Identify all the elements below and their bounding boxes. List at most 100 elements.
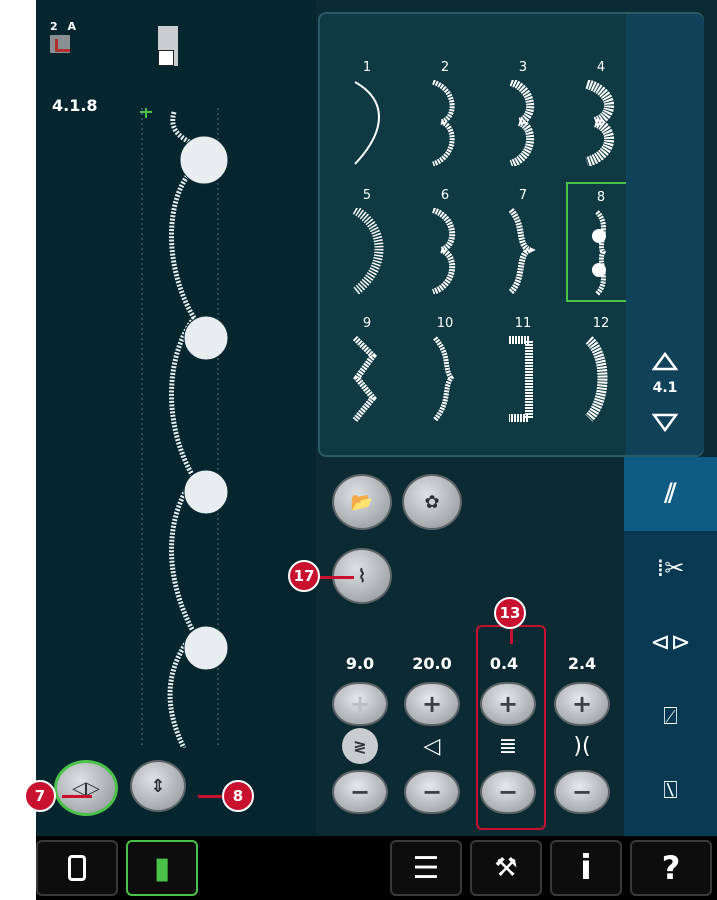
width-plus-button[interactable]: +: [332, 682, 388, 726]
position-minus-button[interactable]: −: [404, 770, 460, 814]
mirror-end-button[interactable]: ⇕: [130, 760, 186, 812]
stitch-number-label: 1: [362, 60, 372, 75]
plus-icon: +: [571, 690, 593, 718]
minus-icon: −: [571, 778, 593, 806]
stitch-number-label: 2: [440, 60, 450, 75]
stitch-11-icon: [509, 336, 533, 422]
mirror-side-button[interactable]: ◁▷: [54, 760, 118, 816]
tab-tie-off[interactable]: ⁞✂: [624, 531, 717, 605]
info-button[interactable]: i: [550, 840, 622, 896]
tab-stitch-program[interactable]: ⍁: [624, 679, 717, 753]
sewing-mode-icon: [68, 855, 86, 881]
width-minus-button[interactable]: −: [332, 770, 388, 814]
presser-foot-icon: [50, 35, 70, 53]
length-highlight-box: [476, 625, 546, 830]
info-icon: i: [580, 848, 592, 888]
stitch-cell-9[interactable]: 9: [332, 310, 402, 430]
stitch-cell-2[interactable]: 2: [410, 54, 480, 174]
stitch-settings-icon: ⫽: [664, 478, 677, 509]
stitch-preview-panel: 2 A 4.1.8 ◁▷ ⇕: [36, 0, 316, 835]
stitch-plate-icon[interactable]: [158, 26, 178, 66]
stitch-cell-3[interactable]: 3: [488, 54, 558, 174]
stitch-8-icon: [592, 210, 607, 296]
minus-icon: −: [421, 778, 443, 806]
page-down-icon[interactable]: [652, 412, 678, 434]
save-stitch-button[interactable]: 📂: [332, 474, 392, 530]
tab-balance[interactable]: ⊲⊳: [624, 605, 717, 679]
page-up-icon[interactable]: [652, 350, 678, 372]
stitch-preview-graphic: [140, 108, 229, 748]
stitch-number: 4.1.8: [52, 96, 98, 115]
stitch-cell-11[interactable]: 11: [488, 310, 558, 430]
stitch-program-icon: ⍁: [663, 702, 678, 730]
width-value: 9.0: [345, 654, 375, 673]
stitch-cell-10[interactable]: 10: [410, 310, 480, 430]
callout-13: 13: [494, 597, 526, 629]
stitch-options-button[interactable]: ✿: [402, 474, 462, 530]
stitch-10-icon: [433, 336, 455, 422]
tab-stitch-edit[interactable]: ⍂: [624, 753, 717, 827]
sewing-screen: 2 A 4.1.8 ◁▷ ⇕ 1 2 3 4 5 6 7 8 9 10 11 1…: [36, 0, 717, 900]
menu-button[interactable]: ☰: [390, 840, 462, 896]
stitch-number-label: 5: [362, 188, 372, 203]
stitch-12-icon: [585, 336, 608, 422]
mirror-side-icon: ◁▷: [72, 777, 100, 799]
callout-8: 8: [222, 780, 254, 812]
callout-17: 17: [288, 560, 320, 592]
density-minus-button[interactable]: −: [554, 770, 610, 814]
page-navigation: 4.1: [626, 14, 704, 455]
density-value: 2.4: [567, 654, 597, 673]
stitch-7-icon: [508, 208, 536, 294]
settings-tab-bar: ⫽ ⁞✂ ⊲⊳ ⍁ ⍂: [624, 457, 717, 837]
folder-save-icon: 📂: [350, 491, 374, 513]
stitch-5-icon: [352, 208, 384, 294]
bottom-toolbar: ▮ ☰ ⚒ i ?: [36, 836, 717, 900]
stitch-selection-grid: 1 2 3 4 5 6 7 8 9 10 11 12 4.1: [318, 12, 704, 457]
presser-foot-indicator[interactable]: 2 A: [50, 20, 80, 58]
stitch-cell-7[interactable]: 7: [488, 182, 558, 302]
tie-off-icon: ⁞✂: [656, 554, 685, 582]
embroidery-mode-button[interactable]: ▮: [126, 840, 198, 896]
density-icon: )(: [573, 733, 591, 759]
stitch-cell-5[interactable]: 5: [332, 182, 402, 302]
stitch-number-label: 6: [440, 188, 450, 203]
stitch-6-icon: [431, 208, 456, 294]
stitch-cell-6[interactable]: 6: [410, 182, 480, 302]
embroidery-mode-icon: ▮: [153, 850, 171, 886]
page-label: 4.1: [652, 380, 678, 396]
stitch-4-icon: [581, 80, 615, 166]
help-icon: ?: [661, 849, 681, 887]
sewing-mode-button[interactable]: [36, 840, 118, 896]
balance-icon: ⊲⊳: [650, 628, 691, 656]
stitch-cell-1[interactable]: 1: [332, 54, 402, 174]
plus-icon: +: [349, 690, 371, 718]
stitch-number-label: 7: [518, 188, 528, 203]
tools-icon: ⚒: [494, 853, 518, 883]
list-icon: ☰: [412, 850, 440, 886]
presser-foot-code: 2 A: [50, 20, 79, 33]
mirror-end-icon: ⇕: [150, 775, 166, 797]
density-plus-button[interactable]: +: [554, 682, 610, 726]
position-plus-button[interactable]: +: [404, 682, 460, 726]
stitch-2-icon: [431, 80, 455, 166]
callout-7-line: [62, 795, 92, 798]
position-value: 20.0: [412, 654, 452, 673]
stitch-3-icon: [509, 80, 535, 166]
stitch-number-label: 10: [436, 316, 454, 331]
stitch-number-label: 3: [518, 60, 528, 75]
callout-17-line: [318, 576, 354, 579]
stitch-number-label: 9: [362, 316, 372, 331]
stitch-number-label: 11: [514, 316, 532, 331]
stitch-edit-icon: ⍂: [663, 776, 678, 804]
position-icon: ◁: [423, 733, 441, 759]
stitch-9-icon: [352, 336, 377, 422]
tab-stitch-settings[interactable]: ⫽: [624, 457, 717, 531]
minus-icon: −: [349, 778, 371, 806]
width-icon: ≷: [342, 728, 378, 764]
settings-button[interactable]: ⚒: [470, 840, 542, 896]
plus-icon: +: [421, 690, 443, 718]
flower-icon: ✿: [424, 491, 440, 513]
stitch-1-icon: [354, 81, 380, 165]
callout-7: 7: [24, 780, 56, 812]
help-button[interactable]: ?: [630, 840, 712, 896]
